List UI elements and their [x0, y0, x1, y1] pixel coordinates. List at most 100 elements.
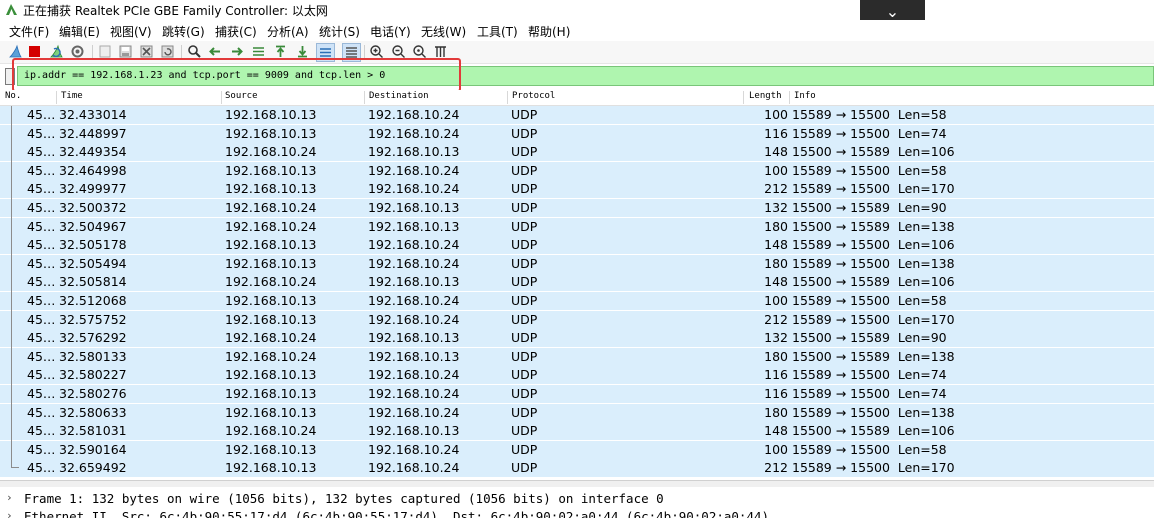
open-file-icon[interactable]: [98, 44, 113, 59]
column-divider[interactable]: [221, 91, 222, 104]
column-info[interactable]: Info: [794, 91, 816, 101]
go-back-icon[interactable]: [208, 44, 223, 59]
table-row[interactable]: 45… 32.464998 192.168.10.13 192.168.10.24 UD…: [0, 161, 1154, 180]
cell-source: 192.168.10.13: [225, 441, 317, 457]
column-divider[interactable]: [507, 91, 508, 104]
zoom-normal-icon[interactable]: [412, 44, 427, 59]
cell-destination: 192.168.10.13: [368, 423, 460, 439]
cell-time: 32.448997: [59, 125, 127, 141]
toolbar-separator: [92, 45, 93, 59]
cell-protocol: UDP: [511, 274, 538, 290]
menu-file[interactable]: 文件(F): [9, 23, 49, 40]
cell-no: 45…: [27, 386, 56, 401]
table-row[interactable]: 45… 32.580227 192.168.10.13 192.168.10.24 UD…: [0, 366, 1154, 385]
zoom-in-icon[interactable]: [369, 44, 384, 59]
table-row[interactable]: 45… 32.580276 192.168.10.13 192.168.10.24 UD…: [0, 385, 1154, 403]
column-divider[interactable]: [56, 91, 57, 104]
table-row[interactable]: 45… 32.505494 192.168.10.13 192.168.10.24 UD…: [0, 254, 1154, 273]
cell-time: 32.580633: [59, 404, 127, 420]
menu-statistics[interactable]: 统计(S): [319, 23, 360, 40]
table-row[interactable]: 45… 32.580633 192.168.10.13 192.168.10.24 UD…: [0, 403, 1154, 422]
go-to-packet-icon[interactable]: [251, 44, 266, 59]
table-row[interactable]: 45… 32.576292 192.168.10.24 192.168.10.13 UD…: [0, 329, 1154, 348]
capture-options-icon[interactable]: [70, 44, 85, 59]
cell-info: 15589 → 15500 Len=58: [792, 293, 947, 308]
table-row[interactable]: 45… 32.499977 192.168.10.13 192.168.10.24 UD…: [0, 180, 1154, 199]
menu-wireless[interactable]: 无线(W): [421, 23, 466, 40]
cell-destination: 192.168.10.13: [368, 274, 460, 290]
table-row[interactable]: 45… 32.449354 192.168.10.24 192.168.10.13 UD…: [0, 143, 1154, 162]
find-packet-icon[interactable]: [187, 44, 202, 59]
cell-no: 45…: [27, 367, 56, 383]
column-no[interactable]: No.: [5, 91, 21, 101]
menu-tools[interactable]: 工具(T): [477, 23, 518, 40]
menu-analyze[interactable]: 分析(A): [267, 23, 309, 40]
cell-destination: 192.168.10.13: [368, 348, 460, 364]
close-file-icon[interactable]: [139, 44, 154, 59]
table-row[interactable]: 45… 32.448997 192.168.10.13 192.168.10.24 UD…: [0, 124, 1154, 143]
table-row[interactable]: 45… 32.433014 192.168.10.13 192.168.10.24 UD…: [0, 106, 1154, 124]
table-row[interactable]: 45… 32.590164 192.168.10.13 192.168.10.24 UD…: [0, 440, 1154, 459]
cell-time: 32.580276: [59, 386, 127, 401]
cell-source: 192.168.10.24: [225, 348, 317, 364]
menu-go[interactable]: 跳转(G): [162, 23, 205, 40]
go-first-icon[interactable]: [273, 44, 288, 59]
column-divider[interactable]: [743, 91, 744, 104]
cell-protocol: UDP: [511, 311, 538, 327]
cell-protocol: UDP: [511, 423, 538, 439]
menu-view[interactable]: 视图(V): [110, 23, 152, 40]
window-title: 正在捕获 Realtek PCIe GBE Family Controller:…: [23, 4, 328, 18]
expand-chevron-icon[interactable]: ›: [6, 509, 13, 518]
column-protocol[interactable]: Protocol: [512, 91, 555, 101]
menu-help[interactable]: 帮助(H): [528, 23, 570, 40]
cell-no: 45…: [27, 274, 56, 290]
zoom-out-icon[interactable]: [391, 44, 406, 59]
cell-source: 192.168.10.24: [225, 218, 317, 234]
reload-file-icon[interactable]: [160, 44, 175, 59]
cell-time: 32.576292: [59, 330, 127, 346]
cell-protocol: UDP: [511, 330, 538, 346]
go-forward-icon[interactable]: [229, 44, 244, 59]
column-divider[interactable]: [789, 91, 790, 104]
cell-protocol: UDP: [511, 162, 538, 178]
table-row[interactable]: 45… 32.500372 192.168.10.24 192.168.10.13 UD…: [0, 199, 1154, 217]
expand-chevron-icon[interactable]: ›: [6, 491, 13, 504]
table-row[interactable]: 45… 32.659492 192.168.10.13 192.168.10.24 UD…: [0, 459, 1154, 478]
menu-telephony[interactable]: 电话(Y): [370, 23, 411, 40]
detail-row-frame[interactable]: › Frame 1: 132 bytes on wire (1056 bits)…: [0, 489, 1154, 507]
packet-details-pane[interactable]: › Frame 1: 132 bytes on wire (1056 bits)…: [0, 487, 1154, 518]
detail-row-ethernet[interactable]: › Ethernet II, Src: 6c:4b:90:55:17:d4 (6…: [0, 507, 1154, 518]
cell-length: 212: [764, 181, 788, 197]
chevron-down-icon: ⌄: [885, 2, 900, 21]
stop-capture-icon[interactable]: [27, 44, 42, 59]
go-last-icon[interactable]: [295, 44, 310, 59]
table-row[interactable]: 45… 32.580133 192.168.10.24 192.168.10.13 UD…: [0, 347, 1154, 366]
table-row[interactable]: 45… 32.504967 192.168.10.24 192.168.10.13 UD…: [0, 217, 1154, 236]
table-row[interactable]: 45… 32.575752 192.168.10.13 192.168.10.24 UD…: [0, 310, 1154, 329]
cell-no: 45…: [27, 293, 56, 308]
column-length[interactable]: Length: [749, 91, 782, 101]
table-row[interactable]: 45… 32.512068 192.168.10.13 192.168.10.24 UD…: [0, 292, 1154, 310]
table-row[interactable]: 45… 32.505178 192.168.10.13 192.168.10.24 UD…: [0, 236, 1154, 255]
column-source[interactable]: Source: [225, 91, 258, 101]
menu-edit[interactable]: 编辑(E): [59, 23, 100, 40]
shark-fin-icon[interactable]: [8, 44, 23, 59]
cell-length: 212: [764, 311, 788, 327]
cell-time: 32.449354: [59, 144, 127, 160]
cell-protocol: UDP: [511, 460, 538, 476]
column-divider[interactable]: [364, 91, 365, 104]
cell-info: 15589 → 15500 Len=58: [792, 441, 947, 457]
table-row[interactable]: 45… 32.505814 192.168.10.24 192.168.10.13 UD…: [0, 273, 1154, 292]
restart-capture-icon[interactable]: [49, 44, 64, 59]
cell-time: 32.505814: [59, 274, 127, 290]
save-file-icon[interactable]: [118, 44, 133, 59]
resize-columns-icon[interactable]: [433, 44, 448, 59]
column-destination[interactable]: Destination: [369, 91, 429, 101]
cell-protocol: UDP: [511, 200, 538, 215]
menu-capture[interactable]: 捕获(C): [215, 23, 257, 40]
column-time[interactable]: Time: [61, 91, 83, 101]
related-packet-line: [11, 106, 12, 468]
table-row[interactable]: 45… 32.581031 192.168.10.24 192.168.10.13 UD…: [0, 422, 1154, 441]
packet-list[interactable]: 45… 32.433014 192.168.10.13 192.168.10.24 UD…: [0, 106, 1154, 478]
cell-time: 32.575752: [59, 311, 127, 327]
